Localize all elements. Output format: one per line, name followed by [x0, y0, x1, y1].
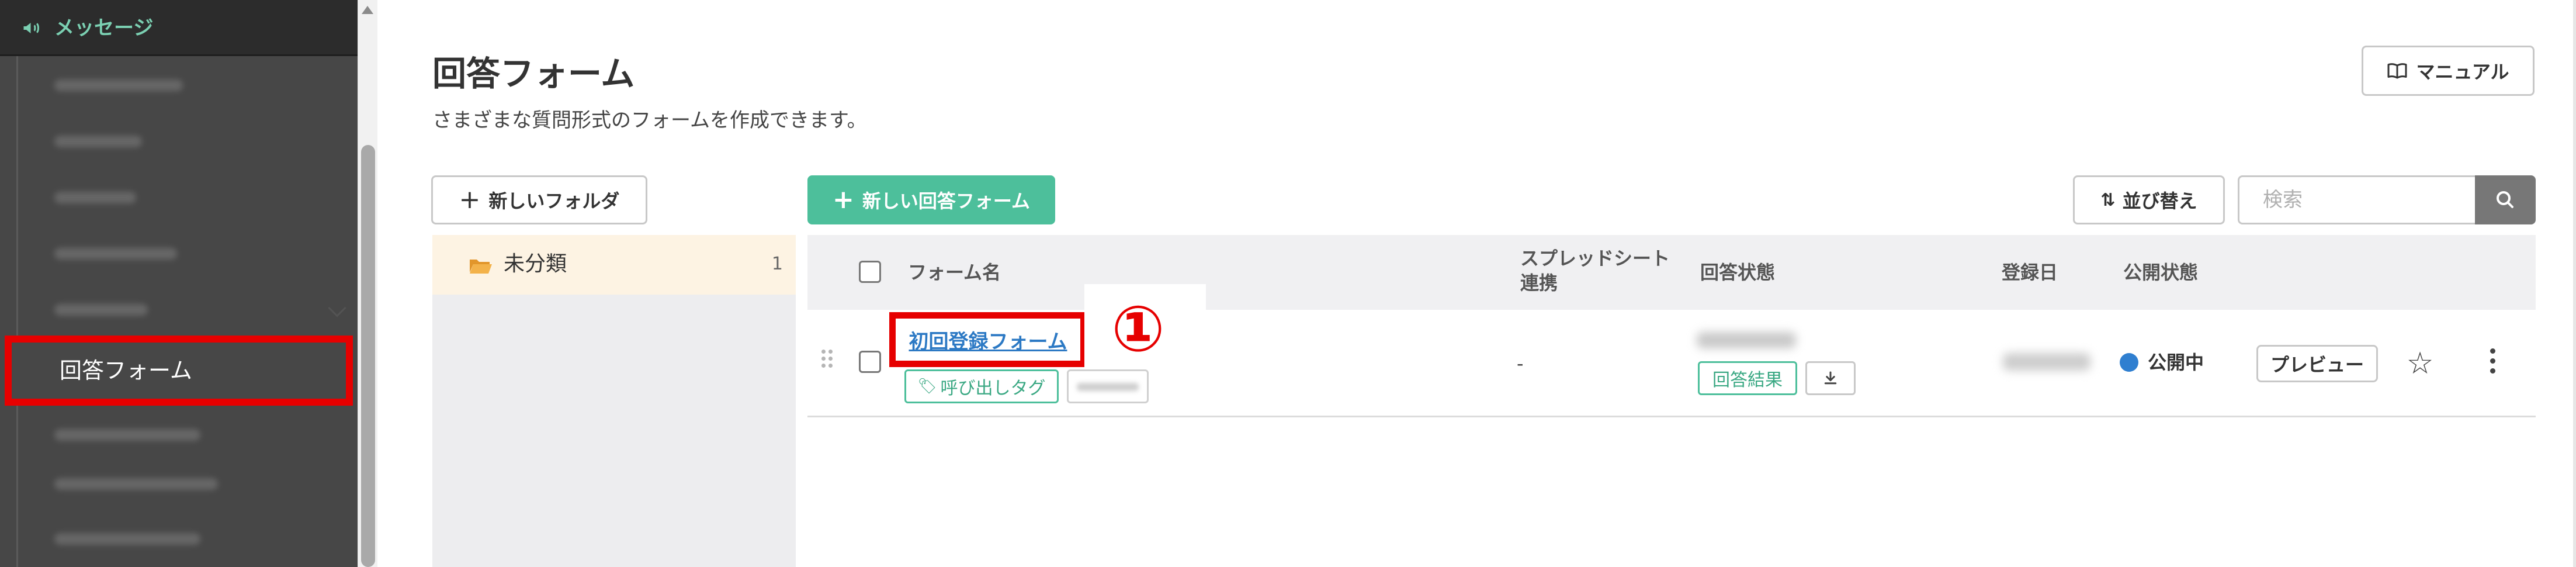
plus-icon: +: [459, 185, 481, 215]
megaphone-icon: [23, 23, 39, 33]
sidebar-item[interactable]: [0, 510, 358, 566]
sidebar-item[interactable]: [0, 168, 358, 224]
table-header: フォーム名 スプレッドシート 連携 回答状態 登録日 公開状態: [807, 235, 2536, 310]
call-tag-label: 呼び出しタグ: [940, 378, 1046, 399]
sidebar-section-label: メッセージ: [54, 16, 154, 40]
column-answer-status: 回答状態: [1700, 261, 1776, 284]
step-callout-number: ①: [1111, 293, 1165, 366]
answer-count: [1697, 332, 1796, 348]
folder-open-icon: [470, 260, 492, 274]
chevron-down-icon: [328, 299, 346, 317]
page-title: 回答フォーム: [432, 54, 635, 94]
new-folder-button[interactable]: + 新しいフォルダ: [431, 175, 647, 224]
column-form-name: フォーム名: [908, 261, 1001, 284]
preview-button[interactable]: プレビュー: [2256, 345, 2378, 382]
sort-label: 並び替え: [2122, 190, 2197, 212]
answer-result-button[interactable]: 回答結果: [1698, 361, 1797, 395]
sidebar-item-label: 回答フォーム: [60, 358, 192, 383]
new-answer-form-button[interactable]: + 新しい回答フォーム: [807, 175, 1055, 224]
sidebar-item[interactable]: [0, 406, 358, 462]
preview-label: プレビュー: [2270, 354, 2364, 376]
star-icon[interactable]: ☆: [2404, 347, 2436, 380]
scrollbar-thumb[interactable]: [361, 145, 375, 567]
search-input[interactable]: [2238, 175, 2475, 224]
publish-status-dot: [2120, 353, 2138, 372]
select-all-checkbox[interactable]: [859, 261, 881, 283]
sort-icon: ⇅: [2100, 189, 2116, 210]
sidebar-item[interactable]: [0, 56, 358, 112]
tag-button[interactable]: [1067, 369, 1149, 403]
row-checkbox[interactable]: [859, 351, 881, 373]
call-tag-button[interactable]: 🏷 呼び出しタグ: [904, 369, 1059, 403]
folder-item-uncategorized[interactable]: 未分類 1: [432, 235, 796, 295]
sidebar-section-header[interactable]: メッセージ: [0, 0, 358, 56]
registered-date-value: [2003, 353, 2090, 371]
sidebar-item[interactable]: [0, 112, 358, 168]
spreadsheet-value: -: [1517, 352, 1524, 375]
more-vertical-icon[interactable]: [2485, 348, 2499, 380]
new-answer-form-label: 新しい回答フォーム: [862, 190, 1030, 212]
manual-button-label: マニュアル: [2416, 61, 2509, 83]
answer-result-label: 回答結果: [1712, 370, 1783, 390]
download-icon: [1824, 371, 1837, 385]
search-icon: [2497, 191, 2513, 208]
download-button[interactable]: [1805, 361, 1856, 395]
folder-count: 1: [771, 254, 783, 274]
page-description: さまざまな質問形式のフォームを作成できます。: [432, 109, 867, 132]
search-button[interactable]: [2475, 175, 2536, 224]
form-name-link[interactable]: 初回登録フォーム: [889, 312, 1087, 367]
scroll-up-arrow-icon[interactable]: [362, 6, 373, 14]
window-edge: [2573, 0, 2576, 567]
column-spreadsheet-sub: 連携: [1520, 272, 1558, 294]
book-icon: [2387, 63, 2407, 79]
sidebar-item[interactable]: [0, 455, 358, 511]
tag-icon: 🏷: [917, 378, 937, 395]
sidebar-item-answer-form[interactable]: 回答フォーム: [5, 336, 353, 406]
manual-button[interactable]: マニュアル: [2362, 46, 2535, 96]
sidebar: メッセージ 回答フォーム: [0, 0, 358, 567]
column-registered-date: 登録日: [2002, 261, 2058, 284]
folder-name: 未分類: [504, 252, 567, 276]
column-spreadsheet: スプレッドシート: [1520, 247, 1670, 269]
column-publish-status: 公開状態: [2123, 261, 2199, 284]
form-name-text: 初回登録フォーム: [909, 330, 1067, 354]
plus-icon: +: [833, 185, 854, 215]
sort-button[interactable]: ⇅ 並び替え: [2073, 175, 2225, 224]
sidebar-item[interactable]: [0, 281, 358, 337]
new-folder-label: 新しいフォルダ: [488, 190, 620, 212]
sidebar-item[interactable]: [0, 224, 358, 281]
publish-status-label: 公開中: [2148, 351, 2204, 374]
